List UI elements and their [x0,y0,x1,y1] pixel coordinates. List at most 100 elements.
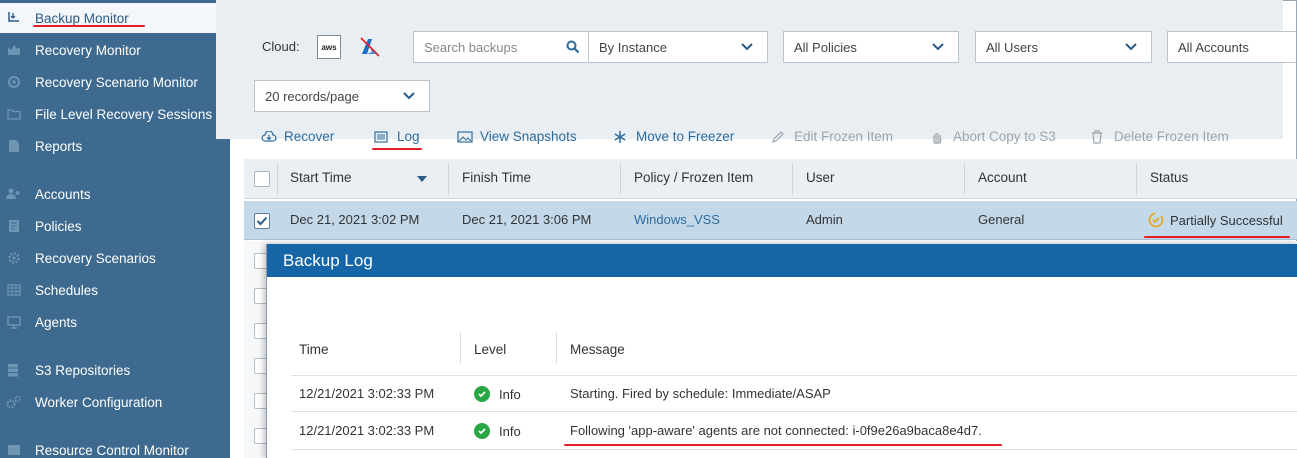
sidebar-item-resource-control-monitor[interactable]: Resource Control Monitor [0,435,230,458]
cell-status: Partially Successful [1148,212,1283,228]
column-divider [556,332,557,364]
account-select-value: All Accounts [1178,39,1249,55]
pencil-icon [771,130,787,144]
recover-button[interactable]: Recover [261,129,334,144]
search-placeholder: Search backups [424,39,518,55]
column-account[interactable]: Account [978,170,1027,185]
column-finish-time[interactable]: Finish Time [462,170,531,185]
user-select-value: All Users [986,39,1039,55]
sidebar-item-label: Policies [35,218,82,234]
log-cell-message: Starting. Fired by schedule: Immediate/A… [570,386,831,401]
row-divider [291,411,1297,412]
log-icon [374,130,390,144]
log-button[interactable]: Log [374,129,420,144]
instance-select[interactable]: By Instance [588,31,768,63]
column-start-time[interactable]: Start Time [290,170,352,185]
sidebar-item-policies[interactable]: Policies [0,211,230,241]
column-user[interactable]: User [806,170,835,185]
cell-user: Admin [806,212,843,227]
image-icon [457,130,473,144]
column-divider [448,163,449,195]
log-cell-time: 12/21/2021 3:02:33 PM [299,423,435,438]
annotation-underline [1144,236,1290,238]
sidebar-item-backup-monitor[interactable]: Backup Monitor [0,3,230,33]
azure-icon [360,37,380,57]
row-checkbox[interactable] [254,213,270,229]
sidebar-item-label: S3 Repositories [35,362,131,378]
trash-icon [1091,129,1107,144]
sidebar-item-recovery-scenarios[interactable]: Recovery Scenarios [0,243,230,273]
cell-policy-link[interactable]: Windows_VSS [634,212,720,227]
log-column-message: Message [570,342,625,357]
column-divider [460,332,461,364]
sidebar-item-recovery-monitor[interactable]: Recovery Monitor [0,35,230,65]
sidebar-item-schedules[interactable]: Schedules [0,275,230,305]
column-status[interactable]: Status [1150,170,1188,185]
aws-icon: aws [321,42,337,52]
accounts-icon [6,187,22,201]
scenario-monitor-icon [6,75,22,89]
delete-frozen-item-label: Delete Frozen Item [1114,129,1229,144]
log-column-time: Time [299,342,329,357]
row-divider [291,449,1297,450]
account-select[interactable]: All Accounts [1167,31,1296,63]
sidebar-item-worker-configuration[interactable]: Worker Configuration [0,387,230,417]
report-icon [6,139,22,153]
sidebar-item-reports[interactable]: Reports [0,131,230,161]
sidebar-item-recovery-scenario-monitor[interactable]: Recovery Scenario Monitor [0,67,230,97]
edit-frozen-item-label: Edit Frozen Item [794,129,894,144]
view-snapshots-button[interactable]: View Snapshots [457,129,577,144]
sidebar: Backup Monitor Recovery Monitor Recovery… [0,0,230,458]
annotation-underline [564,444,1002,446]
sidebar-item-agents[interactable]: Agents [0,307,230,337]
checkmark-icon [256,216,268,226]
records-per-page-select[interactable]: 20 records/page [254,80,430,112]
edit-frozen-item-button[interactable]: Edit Frozen Item [771,129,893,144]
sidebar-item-label: Recovery Scenario Monitor [35,74,198,90]
backup-log-dialog: Backup Log Time Level Message 12/21/2021… [266,244,1297,458]
policy-select[interactable]: All Policies [783,31,959,63]
log-cell-message: Following 'app-aware' agents are not con… [570,423,982,438]
user-select[interactable]: All Users [975,31,1152,63]
sort-desc-icon[interactable] [416,175,428,183]
table-header: Start Time Finish Time Policy / Frozen I… [244,159,1297,199]
hand-icon [930,130,946,144]
annotation-underline [33,25,145,27]
cloud-label: Cloud: [262,39,300,54]
sidebar-item-label: File Level Recovery Sessions [35,106,213,122]
column-policy[interactable]: Policy / Frozen Item [634,170,753,185]
table-row[interactable]: Dec 21, 2021 3:02 PM Dec 21, 2021 3:06 P… [244,201,1297,240]
delete-frozen-item-button[interactable]: Delete Frozen Item [1091,129,1229,144]
gear-icon [6,251,22,265]
policy-select-value: All Policies [794,39,857,55]
sidebar-item-label: Reports [35,138,83,154]
search-icon[interactable] [566,40,580,54]
move-to-freezer-label: Move to Freezer [636,129,735,144]
cell-account: General [978,212,1025,227]
search-input[interactable]: Search backups [413,31,589,63]
azure-cloud-toggle[interactable] [358,35,382,59]
abort-copy-button[interactable]: Abort Copy to S3 [930,129,1056,144]
sidebar-item-file-level-recovery[interactable]: File Level Recovery Sessions [0,99,230,129]
info-check-icon [474,423,490,439]
chevron-down-icon [1125,43,1137,51]
aws-cloud-toggle[interactable]: aws [317,35,341,59]
select-all-checkbox[interactable] [254,171,270,187]
dialog-header: Backup Log [267,244,1297,277]
sidebar-item-label: Recovery Scenarios [35,250,156,266]
move-to-freezer-button[interactable]: Move to Freezer [613,129,734,144]
sidebar-item-label: Worker Configuration [35,394,163,410]
column-divider [620,163,621,195]
monitor-icon [6,315,22,329]
sidebar-item-label: Accounts [35,186,91,202]
level-text: Info [499,423,521,439]
annotation-underline [372,148,422,150]
records-per-page-value: 20 records/page [265,88,359,104]
chevron-down-icon [741,43,753,51]
sidebar-item-s3-repositories[interactable]: S3 Repositories [0,355,230,385]
calendar-icon [6,283,22,297]
recover-label: Recover [284,129,335,144]
column-divider [792,163,793,195]
chevron-down-icon [932,43,944,51]
sidebar-item-accounts[interactable]: Accounts [0,179,230,209]
